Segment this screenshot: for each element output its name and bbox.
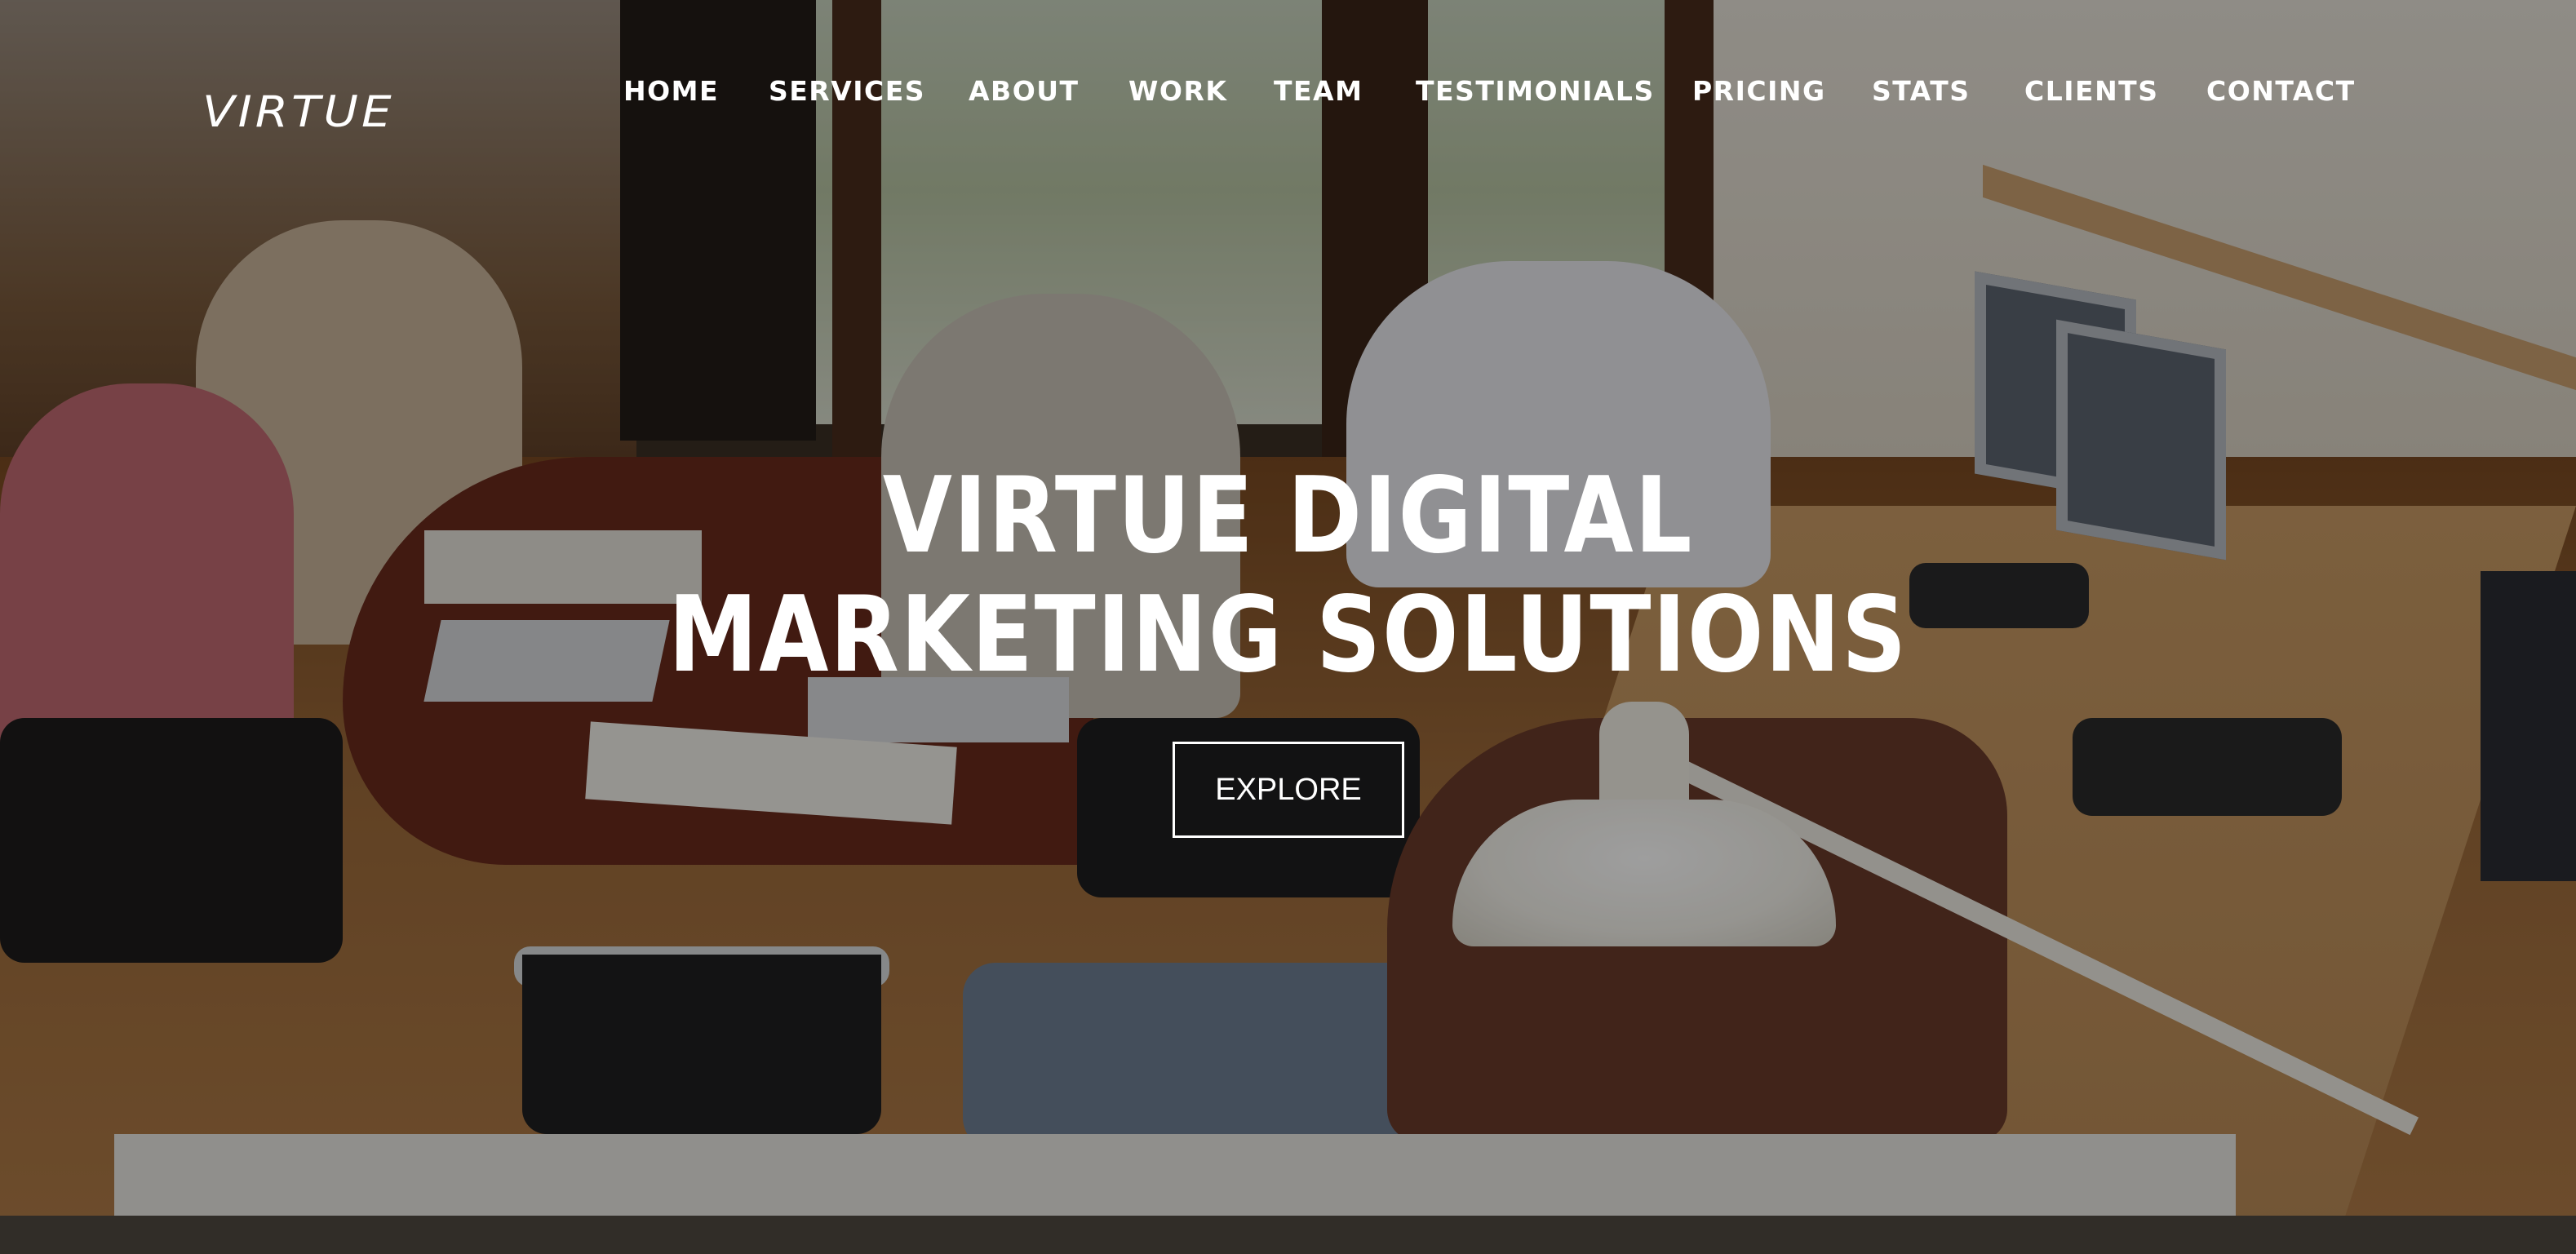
nav-item-contact[interactable]: Contact: [2206, 72, 2356, 111]
brand-logo[interactable]: Virtue: [202, 91, 395, 133]
nav-item-stats[interactable]: Stats: [1872, 72, 1970, 111]
nav-item-clients[interactable]: Clients: [2024, 72, 2158, 111]
nav-item-testimonials[interactable]: Testimonials: [1416, 72, 1655, 111]
nav-item-about[interactable]: About: [969, 72, 1080, 111]
nav-item-team[interactable]: Team: [1274, 72, 1363, 111]
nav-item-work[interactable]: Work: [1128, 72, 1227, 111]
hero-headline-line-1: Virtue Digital: [882, 455, 1694, 577]
nav-item-home[interactable]: Home: [623, 72, 719, 111]
hero-headline-line-2: Marketing Solutions: [667, 574, 1909, 696]
top-navigation: Virtue Home Services About Work Team Tes…: [0, 0, 2576, 188]
explore-button[interactable]: Explore: [1173, 742, 1404, 838]
hero-section: Virtue Home Services About Work Team Tes…: [0, 0, 2576, 1254]
hero-headline: Virtue Digital Marketing Solutions: [180, 457, 2396, 695]
nav-item-pricing[interactable]: Pricing: [1692, 72, 1826, 111]
nav-item-services[interactable]: Services: [769, 72, 925, 111]
